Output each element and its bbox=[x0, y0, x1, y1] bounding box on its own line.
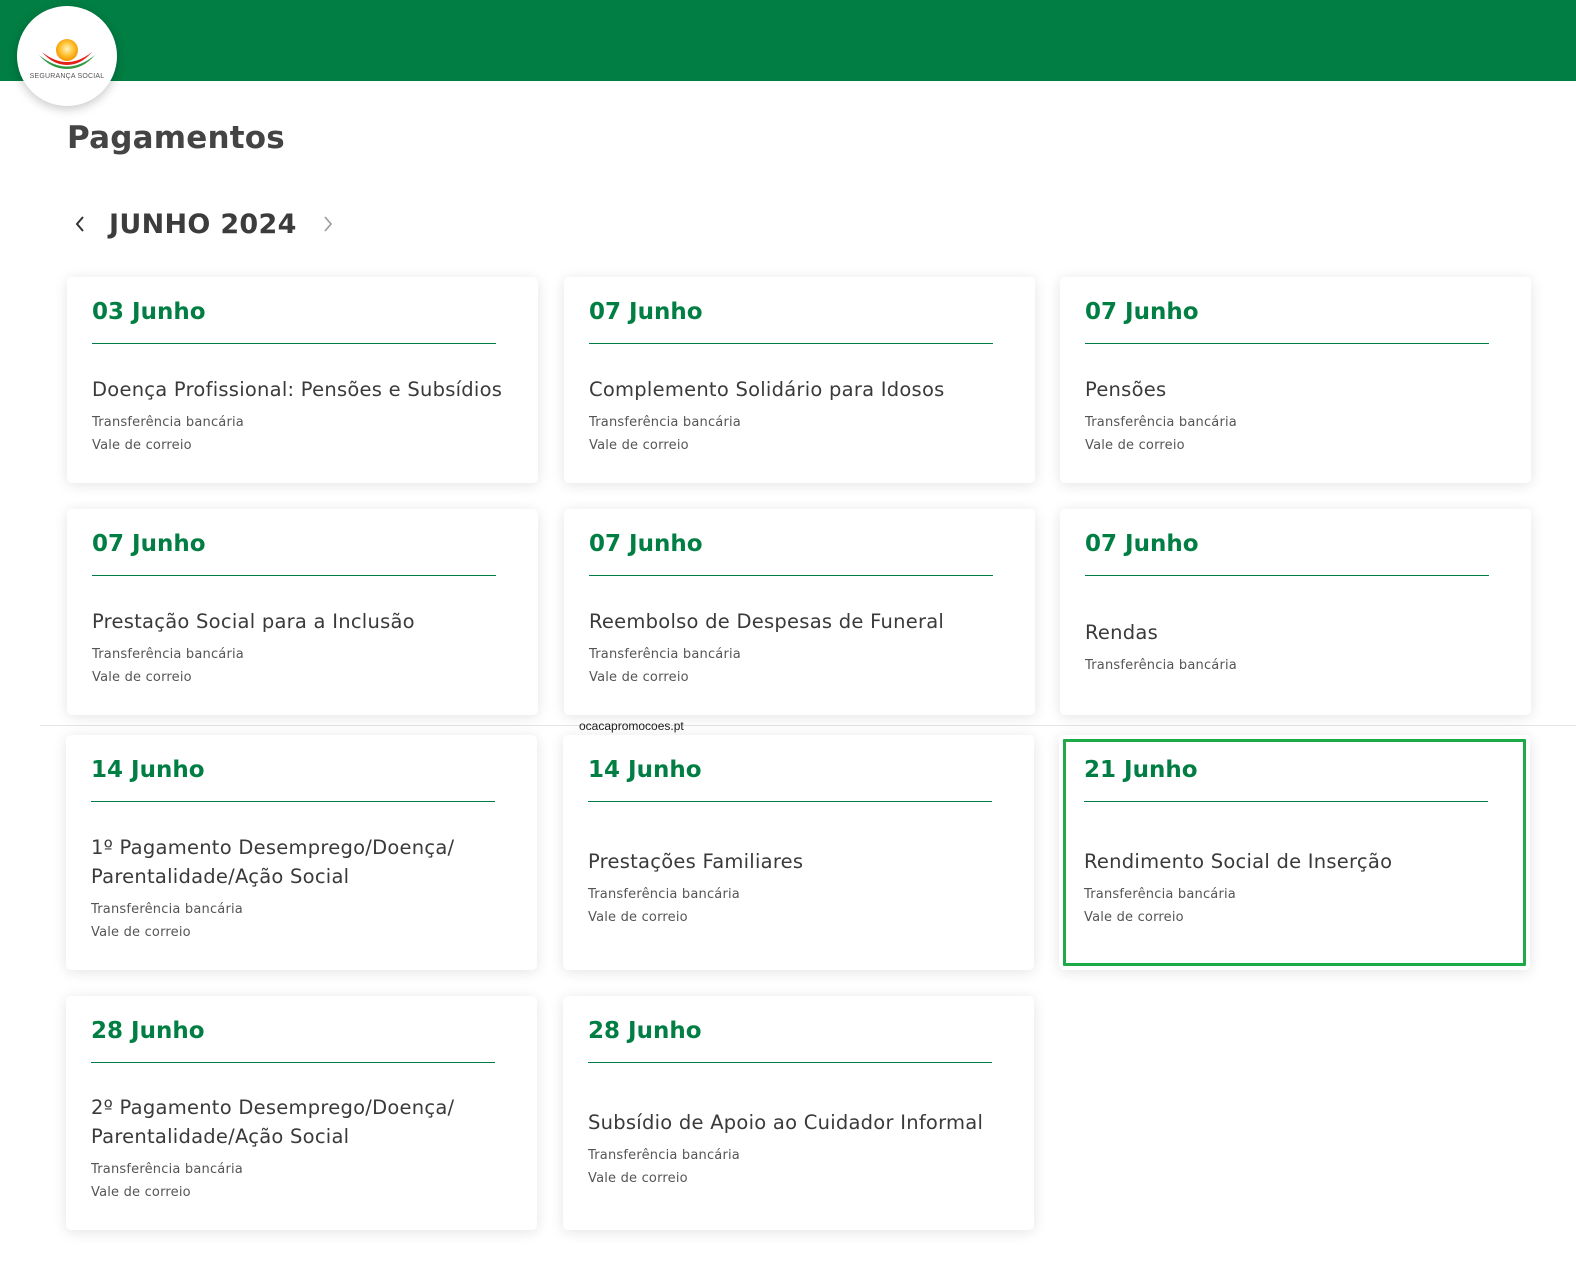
payment-method: Transferência bancária bbox=[589, 646, 741, 662]
payment-method: Vale de correio bbox=[91, 924, 191, 940]
card-divider bbox=[588, 801, 992, 802]
card-divider bbox=[1085, 343, 1489, 344]
benefit-name: Reembolso de Despesas de Funeral bbox=[589, 609, 945, 633]
payment-card[interactable]: 07 Junho Pensões Transferência bancária … bbox=[1060, 277, 1531, 483]
payment-method: Vale de correio bbox=[589, 437, 689, 453]
payment-card[interactable]: 07 Junho Prestação Social para a Inclusã… bbox=[67, 509, 538, 715]
payment-method: Transferência bancária bbox=[588, 1147, 740, 1163]
card-divider bbox=[1084, 801, 1488, 802]
benefit-name: Doença Profissional: Pensões e Subsídios bbox=[92, 377, 503, 401]
payment-method: Vale de correio bbox=[91, 1185, 191, 1200]
divider-line bbox=[40, 725, 1576, 726]
payment-method: Vale de correio bbox=[92, 437, 192, 453]
payment-method: Vale de correio bbox=[589, 669, 689, 685]
payment-card[interactable]: 07 Junho Reembolso de Despesas de Funera… bbox=[564, 509, 1035, 715]
month-navigation: JUNHO 2024 bbox=[67, 204, 341, 244]
benefit-name: Rendas bbox=[1085, 621, 1159, 644]
benefit-name: 1º Pagamento Desemprego/Doença/ Parental… bbox=[91, 835, 455, 888]
page-title: Pagamentos bbox=[67, 120, 285, 156]
payment-method: Vale de correio bbox=[92, 669, 192, 685]
logo-text: SEGURANÇA SOCIAL bbox=[29, 73, 105, 80]
payment-method: Transferência bancária bbox=[588, 887, 740, 902]
payment-method: Vale de correio bbox=[1084, 910, 1184, 925]
payment-card[interactable]: 28 Junho Subsídio de Apoio ao Cuidador I… bbox=[563, 996, 1034, 1230]
payment-date: 21 Junho bbox=[1084, 757, 1198, 783]
benefit-name: Prestação Social para a Inclusão bbox=[92, 609, 415, 633]
payment-card[interactable]: 28 Junho 2º Pagamento Desemprego/Doença/… bbox=[66, 996, 537, 1230]
card-divider bbox=[91, 801, 495, 802]
payment-method: Transferência bancária bbox=[1085, 658, 1237, 673]
watermark-text: ocacapromocoes.pt bbox=[579, 719, 684, 733]
payment-method: Vale de correio bbox=[588, 910, 688, 925]
payment-method: Transferência bancária bbox=[91, 901, 243, 917]
payment-method: Transferência bancária bbox=[1085, 414, 1237, 430]
payment-date: 07 Junho bbox=[589, 299, 703, 325]
payment-date: 28 Junho bbox=[588, 1018, 702, 1044]
payment-card[interactable]: 07 Junho Rendas Transferência bancária bbox=[1060, 509, 1531, 715]
payment-method: Transferência bancária bbox=[92, 414, 244, 430]
payment-card[interactable]: 03 Junho Doença Profissional: Pensões e … bbox=[67, 277, 538, 483]
card-divider bbox=[92, 343, 496, 344]
card-divider bbox=[91, 1062, 495, 1063]
benefit-name: Complemento Solidário para Idosos bbox=[589, 377, 945, 401]
top-header-bar bbox=[0, 0, 1576, 81]
payment-method: Transferência bancária bbox=[1084, 887, 1236, 902]
benefit-name: Rendimento Social de Inserção bbox=[1084, 850, 1393, 873]
payment-date: 07 Junho bbox=[1085, 531, 1199, 557]
payment-method: Vale de correio bbox=[588, 1170, 688, 1186]
payment-card[interactable]: 14 Junho Prestações Familiares Transferê… bbox=[563, 735, 1034, 970]
benefit-name: Subsídio de Apoio ao Cuidador Informal bbox=[588, 1110, 984, 1134]
payment-card[interactable]: 14 Junho 1º Pagamento Desemprego/Doença/… bbox=[66, 735, 537, 970]
payment-method: Transferência bancária bbox=[92, 646, 244, 662]
payment-date: 14 Junho bbox=[588, 757, 702, 783]
card-divider bbox=[1085, 575, 1489, 576]
payment-card[interactable]: 07 Junho Complemento Solidário para Idos… bbox=[564, 277, 1035, 483]
chevron-left-icon[interactable] bbox=[67, 211, 93, 237]
benefit-name: Prestações Familiares bbox=[588, 850, 804, 873]
seguranca-social-logo[interactable]: SEGURANÇA SOCIAL bbox=[17, 6, 117, 106]
payment-date: 07 Junho bbox=[589, 531, 703, 557]
payment-date: 07 Junho bbox=[92, 531, 206, 557]
payment-date: 28 Junho bbox=[91, 1018, 205, 1044]
card-divider bbox=[92, 575, 496, 576]
payment-card-highlighted[interactable]: 21 Junho Rendimento Social de Inserção T… bbox=[1059, 735, 1530, 970]
benefit-name: Pensões bbox=[1085, 377, 1167, 401]
card-divider bbox=[589, 575, 993, 576]
chevron-right-icon[interactable] bbox=[315, 211, 341, 237]
card-divider bbox=[588, 1062, 992, 1063]
payment-method: Vale de correio bbox=[1085, 437, 1185, 453]
card-divider bbox=[589, 343, 993, 344]
payment-method: Transferência bancária bbox=[589, 414, 741, 430]
sun-emblem-icon bbox=[39, 39, 95, 69]
current-month-label: JUNHO 2024 bbox=[109, 208, 297, 240]
payment-date: 07 Junho bbox=[1085, 299, 1199, 325]
payment-date: 14 Junho bbox=[91, 757, 205, 783]
payment-date: 03 Junho bbox=[92, 299, 206, 325]
payment-method: Transferência bancária bbox=[91, 1162, 243, 1177]
benefit-name: 2º Pagamento Desemprego/Doença/ Parental… bbox=[91, 1096, 455, 1148]
